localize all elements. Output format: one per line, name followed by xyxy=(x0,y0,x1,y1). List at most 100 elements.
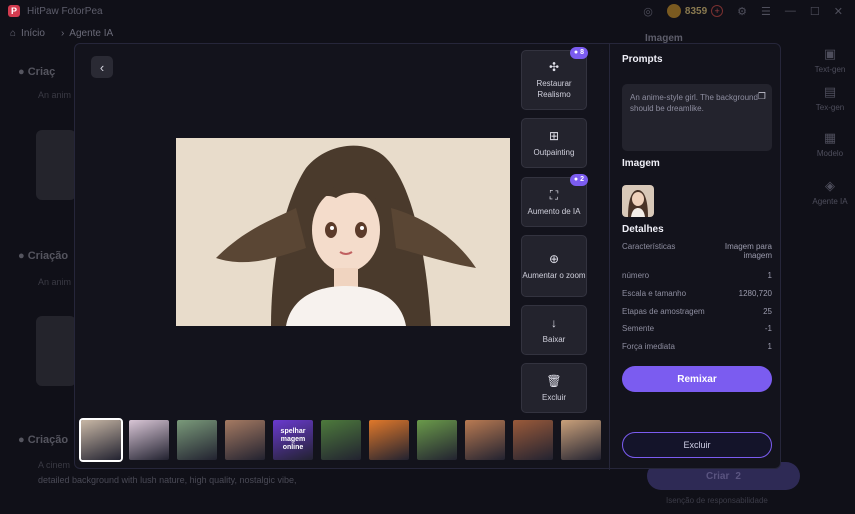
close-icon[interactable]: ✕ xyxy=(834,5,843,18)
ai-upscale-badge: ● 2 xyxy=(569,174,588,186)
coin-balance[interactable]: 8359 + xyxy=(666,4,724,18)
bg-thumbnail-2 xyxy=(36,316,76,386)
credit-icon: ● xyxy=(573,176,579,184)
image-detail-modal: ‹ ● 8 ✣ Restaurar Realismo ⊞ Outpainting… xyxy=(74,43,781,470)
detail-value: 1280,720 xyxy=(738,289,772,298)
restore-realism-badge: ● 8 xyxy=(569,47,588,59)
thumbnail-image xyxy=(225,420,265,460)
add-coins-icon[interactable]: + xyxy=(711,5,724,17)
thumbnail-item[interactable]: spelhar magem online xyxy=(271,418,315,462)
ai-upscale-cost: 2 xyxy=(580,176,584,184)
app-title: HitPaw FotorPea xyxy=(27,5,103,17)
restore-realism-button[interactable]: ● 8 ✣ Restaurar Realismo xyxy=(521,47,588,110)
detail-key: Escala e tamanho xyxy=(622,289,687,298)
bg-section-title-1: ● Criaç xyxy=(18,66,55,78)
detail-key: Características xyxy=(622,242,676,251)
thumbnail-image xyxy=(81,420,121,460)
bg-section-3-icon: ● xyxy=(18,434,25,446)
nav-home-label: Início xyxy=(21,27,45,39)
rail-item-text-gen[interactable]: ▣ Text-gen xyxy=(805,46,855,74)
restore-realism-label: Restaurar Realismo xyxy=(536,79,572,100)
back-button[interactable]: ‹ xyxy=(91,56,113,78)
outpainting-icon: ⊞ xyxy=(548,128,560,143)
bg-section-2-text: Criação xyxy=(27,250,69,262)
thumbnail-image xyxy=(177,420,217,460)
delete-button[interactable]: Excluir xyxy=(622,432,772,458)
ai-upscale-button[interactable]: ● 2 ⛶ Aumento de IA xyxy=(521,174,588,227)
rail-icon-4: ◈ xyxy=(825,178,835,193)
rail-label-1: Text-gen xyxy=(814,65,846,74)
nav-agent[interactable]: › Agente IA xyxy=(61,28,113,39)
panel-divider xyxy=(609,44,610,470)
thumbnail-item[interactable] xyxy=(319,418,363,462)
source-image-thumbnail[interactable] xyxy=(622,185,654,217)
outpainting-button[interactable]: ⊞ Outpainting xyxy=(521,118,587,168)
detail-value: 25 xyxy=(763,307,772,316)
delete-tool-button[interactable]: 🗑 Excluir xyxy=(521,363,587,413)
coin-icon xyxy=(666,4,681,18)
maximize-icon[interactable]: ☐ xyxy=(810,5,820,18)
copy-icon[interactable]: ❐ xyxy=(758,90,766,103)
thumbnail-item[interactable] xyxy=(559,418,603,462)
zoom-in-button[interactable]: ⊕ Aumentar o zoom xyxy=(521,235,587,297)
details-panel: Prompts An anime-style girl. The backgro… xyxy=(622,54,772,458)
thumbnail-image xyxy=(561,420,601,460)
app-logo-icon: P xyxy=(8,5,20,17)
download-button[interactable]: ↓ Baixar xyxy=(521,305,587,355)
detail-key: Força imediata xyxy=(622,342,675,351)
thumbnail-item[interactable] xyxy=(127,418,171,462)
bg-section-2-icon: ● xyxy=(18,250,25,262)
rail-item-modelo[interactable]: ▦ Modelo xyxy=(805,130,855,158)
details-heading: Detalhes xyxy=(622,224,664,235)
outpainting-label: Outpainting xyxy=(533,147,575,157)
bg-section-1-icon: ● xyxy=(18,66,25,78)
chevron-right-icon: › xyxy=(60,27,65,39)
download-icon: ↓ xyxy=(551,315,557,330)
settings-icon[interactable]: ⚙ xyxy=(737,5,747,18)
nav-home[interactable]: ⌂ Início xyxy=(10,28,45,39)
thumbnail-item[interactable] xyxy=(415,418,459,462)
zoom-in-icon: ⊕ xyxy=(548,251,560,266)
thumbnail-item[interactable] xyxy=(511,418,555,462)
rail-label-2: Tex-gen xyxy=(815,103,845,112)
zoom-in-label: Aumentar o zoom xyxy=(522,270,586,280)
minimize-icon[interactable]: — xyxy=(785,5,796,17)
detail-row-steps: Etapas de amostragem 25 xyxy=(622,307,772,316)
thumbnail-item[interactable] xyxy=(463,418,507,462)
rail-icon-2: ▤ xyxy=(823,84,837,99)
create-cost: 2 xyxy=(735,470,741,482)
remix-button[interactable]: Remixar xyxy=(622,366,772,392)
create-label: Criar xyxy=(706,470,730,482)
thumbnail-image: spelhar magem online xyxy=(273,420,313,460)
bg-prompt-line-1: A cinem xyxy=(38,460,71,470)
detail-value: 1 xyxy=(767,342,772,351)
title-bar: P HitPaw FotorPea ◎ 8359 + ⚙ ☰ — ☐ ✕ xyxy=(0,0,855,22)
top-nav: ⌂ Início › Agente IA xyxy=(0,24,113,42)
rail-item-agente[interactable]: ◈ Agente IA xyxy=(805,178,855,206)
source-image-art xyxy=(622,185,654,217)
thumbnail-item[interactable] xyxy=(175,418,219,462)
coin-count: 8359 xyxy=(684,5,708,17)
thumbnail-image xyxy=(129,420,169,460)
bg-section-title-2: ● Criação xyxy=(18,250,68,262)
thumbnail-item[interactable] xyxy=(367,418,411,462)
restore-realism-cost: 8 xyxy=(580,49,584,57)
thumbnail-item[interactable] xyxy=(223,418,267,462)
detail-key: Etapas de amostragem xyxy=(622,307,705,316)
delete-tool-label: Excluir xyxy=(541,392,566,402)
disclaimer-link[interactable]: Isenção de responsabilidade xyxy=(666,496,768,505)
rail-icon-3: ▦ xyxy=(823,130,837,145)
notification-icon[interactable]: ◎ xyxy=(643,5,653,18)
thumbnail-item[interactable] xyxy=(79,418,123,462)
ai-upscale-icon: ⛶ xyxy=(549,187,559,202)
thumbnail-image xyxy=(417,420,457,460)
restore-realism-icon: ✣ xyxy=(548,60,560,75)
menu-icon[interactable]: ☰ xyxy=(761,5,771,18)
rail-item-tex-gen[interactable]: ▤ Tex-gen xyxy=(805,84,855,112)
prompts-heading: Prompts xyxy=(622,54,663,65)
right-rail: ▣ Text-gen ▤ Tex-gen ▦ Modelo ◈ Agente IA xyxy=(805,44,855,514)
bg-section-title-3: ● Criação xyxy=(18,434,68,446)
app-window: P HitPaw FotorPea ◎ 8359 + ⚙ ☰ — ☐ ✕ ⌂ I… xyxy=(0,0,855,514)
bg-section-sub-2: An anim xyxy=(38,277,72,287)
download-label: Baixar xyxy=(542,334,566,344)
